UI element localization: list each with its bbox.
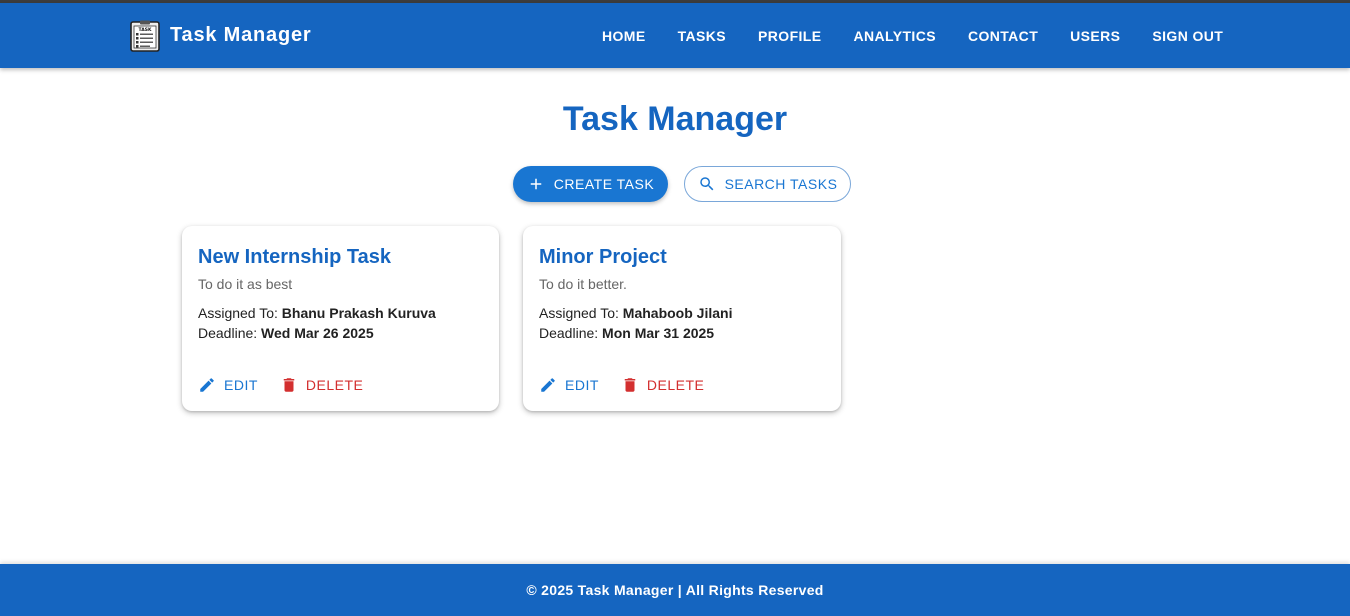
delete-label: DELETE [646, 377, 705, 393]
task-card: Minor Project To do it better. Assigned … [523, 226, 841, 411]
navbar: TASK Task Manager HOME TASKS PROFILE ANA… [0, 3, 1350, 68]
task-title: Minor Project [539, 246, 667, 268]
task-card: New Internship Task To do it as best Ass… [182, 226, 499, 411]
brand-title: Task Manager [170, 24, 312, 46]
nav-tasks[interactable]: TASKS [662, 22, 742, 50]
footer: © 2025 Task Manager | All Rights Reserve… [0, 564, 1350, 616]
edit-button[interactable]: EDIT [535, 374, 603, 396]
trash-icon [283, 378, 295, 392]
assigned-label: Assigned To: [539, 305, 623, 321]
task-clipboard-icon: TASK [130, 20, 160, 52]
assigned-label: Assigned To: [198, 305, 282, 321]
task-assigned: Assigned To: Bhanu Prakash Kuruva [198, 305, 436, 321]
pencil-icon [200, 378, 214, 392]
nav-sign-out[interactable]: SIGN OUT [1136, 22, 1239, 50]
create-task-button[interactable]: CREATE TASK [513, 166, 668, 202]
delete-button[interactable]: DELETE [617, 374, 708, 396]
deadline-label: Deadline: [539, 325, 603, 341]
nav-analytics[interactable]: ANALYTICS [838, 22, 952, 50]
edit-button[interactable]: EDIT [194, 374, 262, 396]
nav-menu: HOME TASKS PROFILE ANALYTICS CONTACT USE… [586, 3, 1239, 68]
task-card-actions: EDIT DELETE [535, 374, 708, 396]
plus-icon [530, 178, 542, 190]
task-deadline: Deadline: Mon Mar 31 2025 [539, 325, 714, 341]
edit-label: EDIT [224, 377, 258, 393]
nav-users[interactable]: USERS [1054, 22, 1136, 50]
task-deadline-value: Mon Mar 31 2025 [602, 325, 715, 341]
task-description: To do it better. [539, 276, 627, 292]
task-assignee: Bhanu Prakash Kuruva [281, 305, 436, 321]
delete-button[interactable]: DELETE [276, 374, 367, 396]
task-card-actions: EDIT DELETE [194, 374, 367, 396]
task-title: New Internship Task [198, 246, 392, 268]
task-assigned: Assigned To: Mahaboob Jilani [539, 305, 732, 321]
nav-contact[interactable]: CONTACT [952, 22, 1054, 50]
nav-profile[interactable]: PROFILE [742, 22, 837, 50]
footer-text: © 2025 Task Manager | All Rights Reserve… [526, 582, 824, 598]
brand[interactable]: TASK Task Manager [130, 19, 312, 52]
task-deadline: Deadline: Wed Mar 26 2025 [198, 325, 374, 341]
trash-icon [624, 378, 636, 392]
search-tasks-label: SEARCH TASKS [724, 176, 838, 192]
page-title: Task Manager [562, 100, 788, 138]
task-description: To do it as best [198, 276, 293, 292]
edit-label: EDIT [565, 377, 599, 393]
task-assignee: Mahaboob Jilani [622, 305, 733, 321]
search-icon [699, 177, 713, 191]
task-deadline-value: Wed Mar 26 2025 [261, 325, 374, 341]
deadline-label: Deadline: [198, 325, 262, 341]
svg-text:TASK: TASK [139, 27, 152, 33]
delete-label: DELETE [305, 377, 364, 393]
pencil-icon [541, 378, 555, 392]
nav-home[interactable]: HOME [586, 22, 662, 50]
search-tasks-button[interactable]: SEARCH TASKS [684, 166, 851, 202]
task-actions: CREATE TASK SEARCH TASKS [513, 166, 851, 202]
create-task-label: CREATE TASK [553, 176, 655, 192]
